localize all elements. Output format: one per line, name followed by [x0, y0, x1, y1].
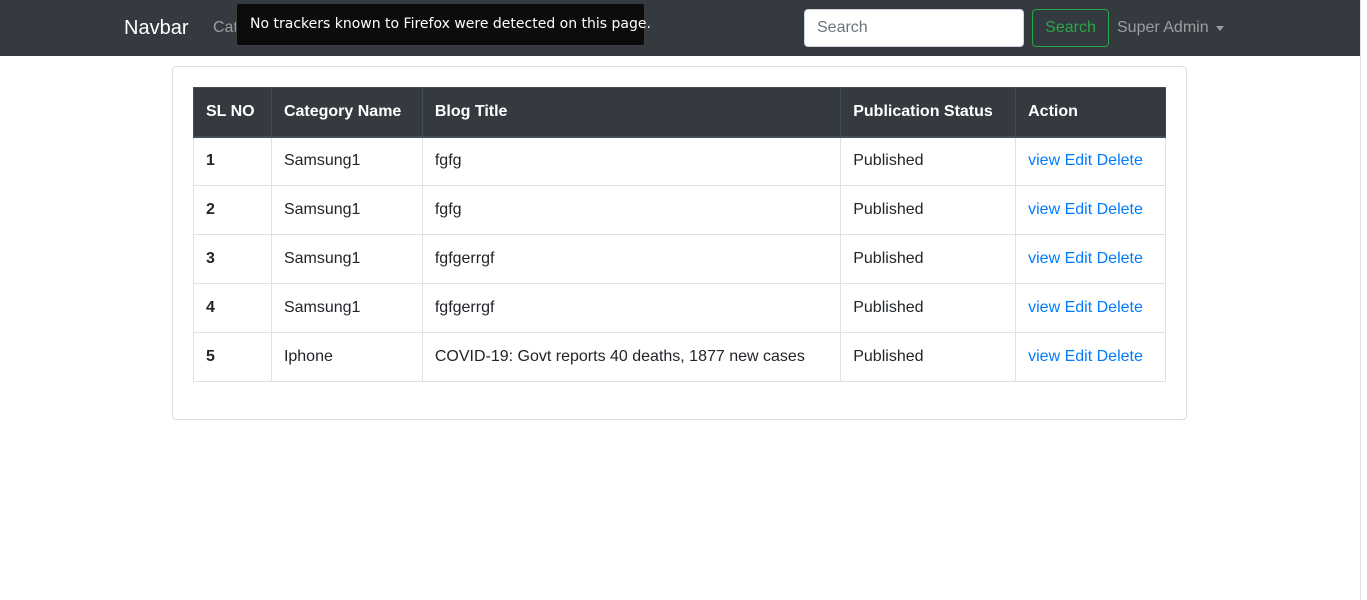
- cell-sl-no: 5: [193, 332, 272, 382]
- search-button[interactable]: Search: [1032, 9, 1109, 47]
- header-blog-title: Blog Title: [421, 87, 842, 138]
- view-link[interactable]: view: [1028, 250, 1060, 267]
- edit-link[interactable]: Edit: [1065, 299, 1093, 316]
- cell-title: COVID-19: Govt reports 40 deaths, 1877 n…: [421, 332, 842, 382]
- search-input[interactable]: [804, 9, 1024, 47]
- cell-category: Samsung1: [270, 185, 423, 235]
- cell-actions: view Edit Delete: [1015, 185, 1166, 235]
- cell-title: fgfg: [421, 136, 842, 186]
- view-link[interactable]: view: [1028, 152, 1060, 169]
- edit-link[interactable]: Edit: [1065, 250, 1093, 267]
- cell-sl-no: 1: [193, 136, 272, 186]
- cell-actions: view Edit Delete: [1015, 283, 1166, 333]
- cell-sl-no: 4: [193, 283, 272, 333]
- cell-title: fgfg: [421, 185, 842, 235]
- cell-status: Published: [840, 332, 1017, 382]
- view-link[interactable]: view: [1028, 299, 1060, 316]
- cell-sl-no: 2: [193, 185, 272, 235]
- header-publication-status: Publication Status: [840, 87, 1017, 138]
- table-row: 5 Iphone COVID-19: Govt reports 40 death…: [193, 332, 1166, 382]
- cell-actions: view Edit Delete: [1015, 136, 1166, 186]
- cell-status: Published: [840, 283, 1017, 333]
- user-menu-dropdown[interactable]: Super Admin: [1117, 19, 1224, 37]
- navbar: Navbar Cat Search Super Admin: [0, 0, 1360, 56]
- cell-title: fgfgerrgf: [421, 234, 842, 284]
- delete-link[interactable]: Delete: [1097, 299, 1143, 316]
- user-menu-label: Super Admin: [1117, 19, 1209, 36]
- table-row: 1 Samsung1 fgfg Published view Edit Dele…: [193, 136, 1166, 186]
- delete-link[interactable]: Delete: [1097, 201, 1143, 218]
- edit-link[interactable]: Edit: [1065, 201, 1093, 218]
- edit-link[interactable]: Edit: [1065, 152, 1093, 169]
- delete-link[interactable]: Delete: [1097, 348, 1143, 365]
- navbar-brand[interactable]: Navbar: [124, 16, 188, 40]
- cell-category: Samsung1: [270, 136, 423, 186]
- table-row: 2 Samsung1 fgfg Published view Edit Dele…: [193, 185, 1166, 235]
- table-row: 4 Samsung1 fgfgerrgf Published view Edit…: [193, 283, 1166, 333]
- cell-category: Samsung1: [270, 234, 423, 284]
- edit-link[interactable]: Edit: [1065, 348, 1093, 365]
- nav-link-categories[interactable]: Cat: [213, 19, 238, 37]
- scrollbar[interactable]: [1360, 0, 1367, 600]
- view-link[interactable]: view: [1028, 348, 1060, 365]
- table-row: 3 Samsung1 fgfgerrgf Published view Edit…: [193, 234, 1166, 284]
- delete-link[interactable]: Delete: [1097, 152, 1143, 169]
- cell-category: Iphone: [270, 332, 423, 382]
- cell-sl-no: 3: [193, 234, 272, 284]
- cell-category: Samsung1: [270, 283, 423, 333]
- header-category-name: Category Name: [270, 87, 423, 138]
- header-sl-no: SL NO: [193, 87, 272, 138]
- cell-title: fgfgerrgf: [421, 283, 842, 333]
- cell-actions: view Edit Delete: [1015, 234, 1166, 284]
- delete-link[interactable]: Delete: [1097, 250, 1143, 267]
- caret-down-icon: [1215, 25, 1224, 31]
- cell-actions: view Edit Delete: [1015, 332, 1166, 382]
- blog-table: SL NO Category Name Blog Title Publicati…: [193, 87, 1166, 382]
- header-action: Action: [1015, 87, 1166, 138]
- cell-status: Published: [840, 136, 1017, 186]
- tracker-tooltip: No trackers known to Firefox were detect…: [236, 3, 651, 46]
- blog-list-card: SL NO Category Name Blog Title Publicati…: [172, 66, 1187, 420]
- table-header-row: SL NO Category Name Blog Title Publicati…: [193, 87, 1166, 138]
- cell-status: Published: [840, 185, 1017, 235]
- view-link[interactable]: view: [1028, 201, 1060, 218]
- cell-status: Published: [840, 234, 1017, 284]
